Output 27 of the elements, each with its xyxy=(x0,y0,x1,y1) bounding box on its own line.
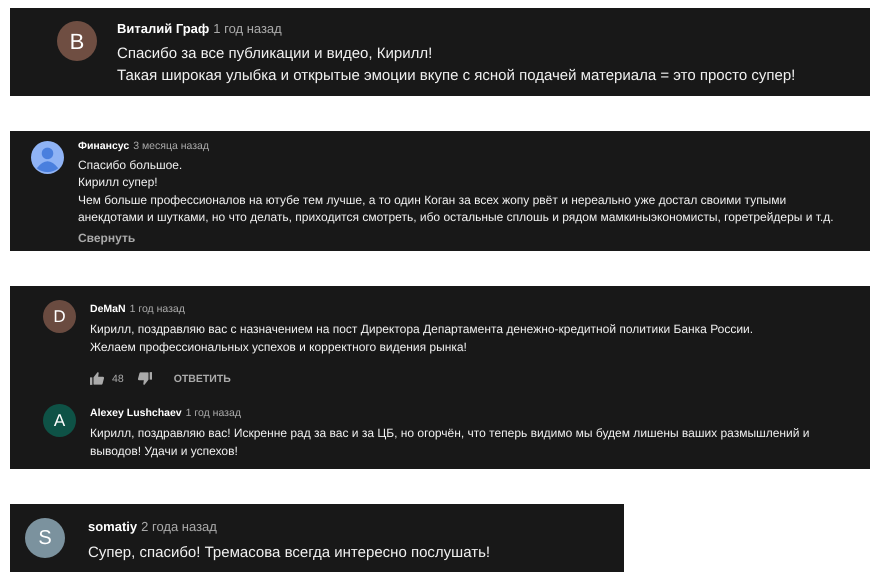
author-name[interactable]: Виталий Граф xyxy=(117,18,210,39)
thumbs-up-icon xyxy=(90,372,104,386)
comment-time[interactable]: 1 год назад xyxy=(130,300,185,318)
author-name[interactable]: Alexey Lushchaev xyxy=(90,404,182,422)
like-count: 48 xyxy=(112,372,124,386)
comment-text: Такая широкая улыбка и открытые эмоции вкупе с ясной подачей материала = это просто супер! xyxy=(117,66,796,86)
reply-button[interactable]: ОТВЕТИТЬ xyxy=(174,370,231,388)
comment-text: Кирилл, поздравляю вас с назначением на пост Директора Департамента денежно-кредитной политики Банка России. xyxy=(90,320,754,338)
comment-time[interactable]: 2 года назад xyxy=(141,516,217,536)
avatar[interactable]: A xyxy=(43,404,76,437)
comment-text: Желаем профессиональных успехов и корректного видения рынка! xyxy=(90,339,468,356)
comment-time[interactable]: 3 месяца назад xyxy=(133,137,210,156)
comment-text: Супер, спасибо! Тремасова всегда интересно послушать! xyxy=(88,542,492,562)
author-name[interactable]: Финансус xyxy=(78,137,130,156)
avatar[interactable]: D xyxy=(43,300,76,333)
author-name[interactable]: DeMaN xyxy=(90,300,126,318)
comment-text: Спасибо большое. xyxy=(78,156,184,174)
thumbs-down-icon xyxy=(138,372,152,386)
avatar[interactable]: В xyxy=(57,21,97,61)
comment-text: Кирилл супер! xyxy=(78,174,159,191)
comment-time[interactable]: 1 год назад xyxy=(186,404,241,422)
collapse-link[interactable]: Свернуть xyxy=(78,230,136,247)
comment-time[interactable]: 1 год назад xyxy=(213,18,282,39)
author-name[interactable]: somatiy xyxy=(88,516,138,536)
comment-text: Спасибо за все публикации и видео, Кирилл! xyxy=(117,44,434,64)
comment-text: Кирилл, поздравляю вас! Искренне рад за вас и за ЦБ, но огорчён, что теперь видимо мы будем лишены ваших размышлений и выводов! Удачи и успехов! xyxy=(90,424,810,460)
comment-text: Чем больше профессионалов на ютубе тем лучше, а то один Коган за всех жопу рвёт и нереально уже достал своими тупыми анекдотами и шутками, но что делать, приходится смотреть, ибо остальные сплошь и рядом мамкиныэкономисты, горетрейдеры и т.д. xyxy=(78,192,835,226)
